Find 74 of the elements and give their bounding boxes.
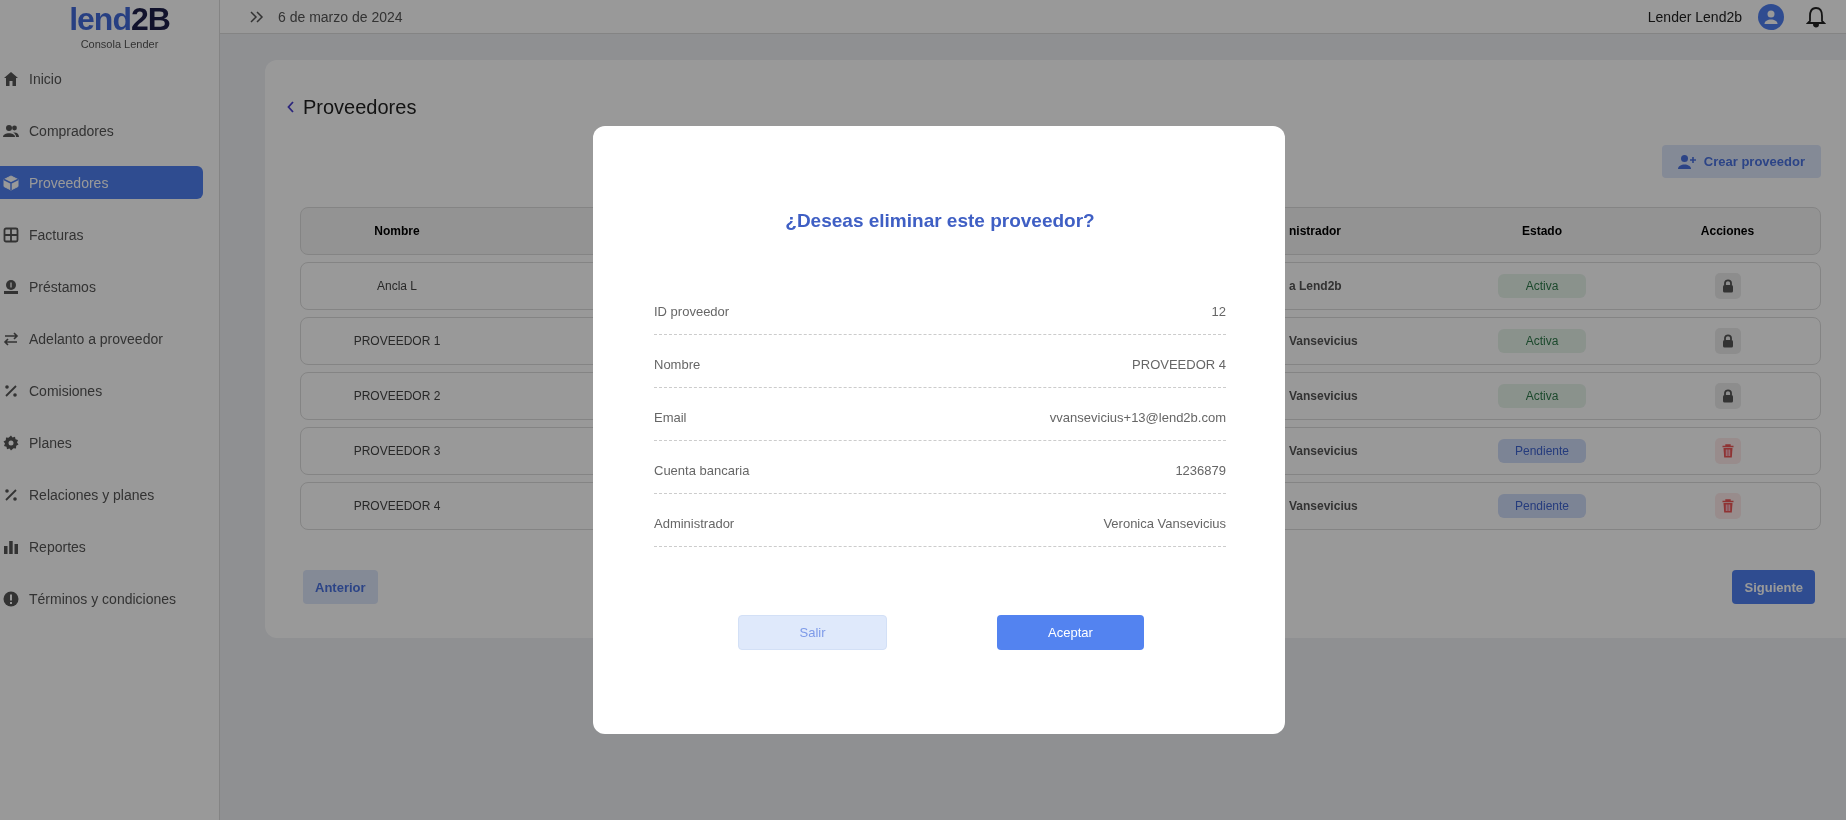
sidebar-item[interactable]: Facturas (0, 218, 203, 251)
column-header: Acciones (1699, 224, 1756, 238)
sidebar-item[interactable]: Términos y condiciones (0, 582, 203, 615)
sidebar-item[interactable]: Reportes (0, 530, 203, 563)
previous-button[interactable]: Anterior (303, 570, 378, 604)
grid-icon (3, 226, 19, 243)
bar-chart-icon (3, 538, 19, 555)
status-badge: Pendiente (1498, 494, 1586, 518)
field-label: Nombre (654, 356, 701, 374)
table-cell-text: PROVEEDOR 4 (352, 499, 442, 513)
coin-icon (3, 278, 19, 295)
swap-icon (3, 330, 19, 347)
create-supplier-button[interactable]: Crear proveedor (1661, 145, 1821, 178)
column-header: nistrador (1289, 224, 1342, 238)
field-label: Email (654, 409, 687, 427)
next-button[interactable]: Siguiente (1732, 570, 1815, 604)
column-header: Estado (1521, 224, 1563, 238)
home-icon (3, 70, 19, 87)
trash-icon (1721, 444, 1734, 458)
back-icon[interactable] (287, 101, 295, 113)
dialog-title: ¿Deseas eliminar este proveedor? (784, 209, 1096, 233)
settings-icon (3, 434, 19, 451)
field-value: Veronica Vansevicius (1103, 515, 1226, 533)
exit-button[interactable]: Salir (738, 615, 887, 650)
table-cell-text: PROVEEDOR 1 (352, 334, 442, 348)
sidebar-item[interactable]: Adelanto a proveedor (0, 322, 203, 355)
sidebar-item[interactable]: Comisiones (0, 374, 203, 407)
percent-icon (3, 382, 19, 399)
lock-icon (1721, 334, 1734, 348)
expand-icon[interactable] (250, 10, 264, 23)
percent-icon (3, 486, 19, 503)
field-value: PROVEEDOR 4 (1132, 356, 1226, 374)
sidebar-item[interactable]: Inicio (0, 62, 203, 95)
sidebar-item[interactable]: Compradores (0, 114, 203, 147)
sidebar-item[interactable]: Proveedores (0, 166, 203, 199)
table-cell-text: Vansevicius (1289, 389, 1359, 403)
users-icon (3, 122, 19, 139)
table-cell-text: Vansevicius (1289, 499, 1359, 513)
lock-button[interactable] (1714, 383, 1741, 409)
table-cell-text: Vansevicius (1289, 444, 1359, 458)
field-value: 1236879 (1175, 462, 1226, 480)
table-cell-text: PROVEEDOR 2 (352, 389, 442, 403)
sidebar-item[interactable]: Planes (0, 426, 203, 459)
field-label: Administrador (654, 515, 735, 533)
delete-button[interactable] (1714, 493, 1741, 519)
bell-icon[interactable] (1806, 5, 1826, 28)
accept-button[interactable]: Aceptar (997, 615, 1144, 650)
status-badge: Activa (1498, 274, 1586, 298)
delete-button[interactable] (1714, 438, 1741, 464)
lock-button[interactable] (1714, 328, 1741, 354)
table-cell-text: Ancla L (376, 279, 418, 293)
field-value: vvansevicius+13@lend2b.com (1049, 409, 1226, 427)
lock-icon (1721, 389, 1734, 403)
date-text: 6 de marzo de 2024 (278, 8, 403, 25)
trash-icon (1721, 499, 1734, 513)
status-badge: Activa (1498, 384, 1586, 408)
column-header: Nombre (373, 224, 421, 238)
alert-icon (3, 590, 19, 607)
table-cell-text: a Lend2b (1289, 279, 1343, 293)
sidebar-item[interactable]: Relaciones y planes (0, 478, 203, 511)
box-icon (3, 174, 19, 191)
lock-icon (1721, 279, 1734, 293)
lock-button[interactable] (1714, 273, 1741, 299)
table-cell-text: Vansevicius (1289, 334, 1359, 348)
logo-subtitle: Consola Lender (80, 38, 159, 50)
user-name: Lender Lend2b (1647, 8, 1742, 25)
user-plus-icon (1677, 153, 1696, 170)
table-cell-text: PROVEEDOR 3 (352, 444, 442, 458)
status-badge: Activa (1498, 329, 1586, 353)
sidebar-item[interactable]: Préstamos (0, 270, 203, 303)
status-badge: Pendiente (1498, 439, 1586, 463)
field-label: Cuenta bancaria (654, 462, 750, 480)
avatar-icon[interactable] (1758, 3, 1784, 30)
page-title: Proveedores (303, 95, 417, 119)
